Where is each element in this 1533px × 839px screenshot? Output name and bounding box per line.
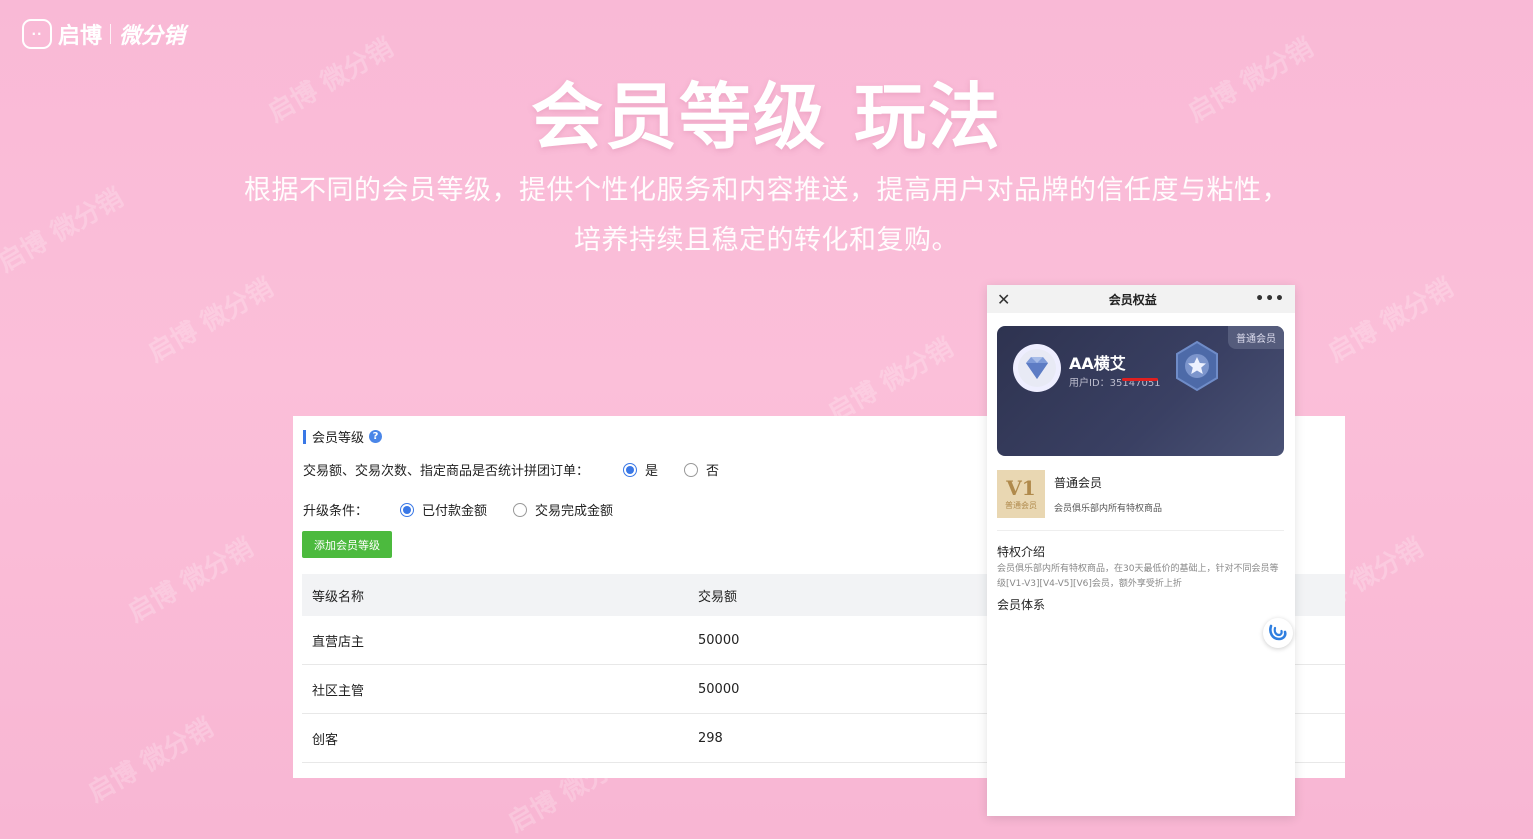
v1-badge-text: V1 [1006,475,1036,500]
watermark: 启博 微分销 [123,532,259,629]
v1-badge-label: 普通会员 [1005,500,1037,510]
radio-paid-amount-label: 已付款金额 [422,504,488,519]
cell-level-name: 社区主管 [312,683,365,699]
level-desc: 会员俱乐部内所有特权商品 [1054,504,1163,514]
member-tier-tag: 普通会员 [1228,326,1284,349]
upgrade-option-completed[interactable]: 交易完成金额 [513,500,613,519]
brand-logo: ·· 启博 微分销 [22,18,185,50]
close-icon[interactable]: ✕ [997,290,1010,309]
cell-level-name: 直营店主 [312,634,365,650]
group-option-no[interactable]: 否 [684,460,719,479]
member-system-title: 会员体系 [997,598,1046,612]
diamond-icon [1013,344,1061,392]
radio-no[interactable] [684,462,699,477]
phone-title-bar: ✕ 会员权益 ••• [987,285,1295,313]
radio-no-label: 否 [706,464,720,479]
more-icon[interactable]: ••• [1255,291,1285,307]
title-accent-bar [303,429,306,444]
hero-subtitle-line2: 培养持续且稳定的转化和复购。 [574,225,959,256]
phone-member-benefits: ✕ 会员权益 ••• 普通会员 AA横艾 用户ID：35147051 V1 普通… [987,285,1295,816]
star-medal-icon [1172,340,1222,400]
cell-amount: 50000 [698,632,740,648]
member-card: 普通会员 AA横艾 用户ID：35147051 [997,326,1284,456]
hero-subtitle-line1: 根据不同的会员等级，提供个性化服务和内容推送，提高用户对品牌的信任度与粘性， [244,175,1289,206]
level-name: 普通会员 [1054,476,1103,490]
current-level-row: V1 普通会员 普通会员 会员俱乐部内所有特权商品 [997,470,1284,530]
help-icon[interactable]: ? [369,430,383,443]
brand-swirl-icon [1269,624,1287,641]
privilege-desc: 会员俱乐部内所有特权商品，在30天最低价的基础上，针对不同会员等级[V1-V3]… [997,564,1279,589]
logo-divider [110,24,112,44]
redaction-mark [1122,378,1158,381]
phone-title: 会员权益 [1108,292,1157,307]
watermark: 启博 微分销 [1323,272,1459,369]
logo-brand-name: 启博 [58,24,103,49]
upgrade-label: 升级条件： [303,504,369,519]
upgrade-option-paid[interactable]: 已付款金额 [400,500,487,519]
v1-badge-icon: V1 普通会员 [997,470,1045,518]
radio-completed-amount-label: 交易完成金额 [535,504,614,519]
panel-title-text: 会员等级 [312,431,365,446]
radio-yes[interactable] [623,462,638,477]
radio-paid-amount[interactable] [400,502,415,517]
hero-title: 会员等级 玩法 [530,75,1003,159]
watermark: 启博 微分销 [83,712,219,809]
watermark: 启博 微分销 [143,272,279,369]
logo-product-name: 微分销 [119,24,186,49]
cell-level-name: 创客 [312,732,339,748]
group-order-setting: 交易额、交易次数、指定商品是否统计拼团订单： 是 否 [303,460,719,479]
divider [997,530,1284,531]
add-member-level-button[interactable]: 添加会员等级 [302,531,392,558]
privilege-title: 特权介绍 [997,545,1046,559]
panel-title: 会员等级 ? [303,427,383,446]
cell-amount: 298 [698,730,723,746]
member-name: AA横艾 [1069,354,1126,373]
column-header-level-name: 等级名称 [312,589,365,605]
group-option-yes[interactable]: 是 [623,460,658,479]
watermark: 启博 微分销 [823,332,959,429]
cell-amount: 50000 [698,681,740,697]
floating-brand-button[interactable] [1263,618,1293,648]
radio-completed-amount[interactable] [513,502,528,517]
upgrade-condition-setting: 升级条件： 已付款金额 交易完成金额 [303,500,613,519]
chat-bubble-icon: ·· [22,19,52,49]
member-user-id: 用户ID：35147051 [1069,378,1161,389]
column-header-amount: 交易额 [698,589,738,605]
group-order-question: 交易额、交易次数、指定商品是否统计拼团订单： [303,464,590,479]
radio-yes-label: 是 [645,464,659,479]
